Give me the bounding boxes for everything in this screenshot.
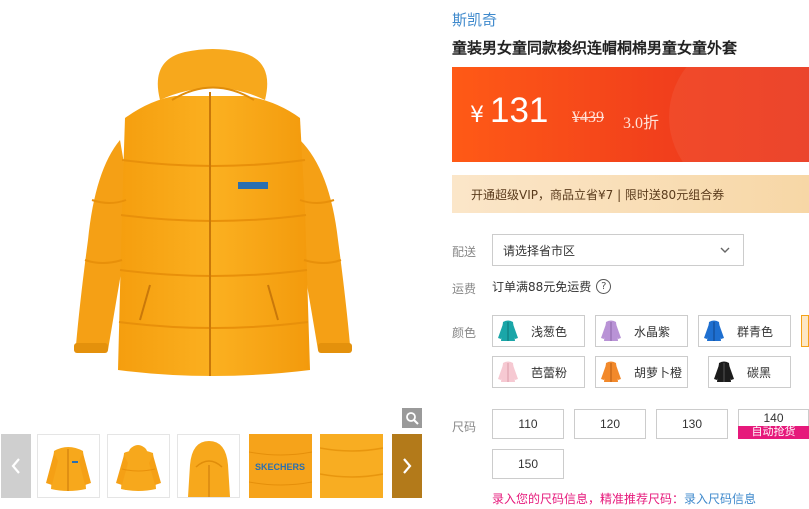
size-option-140-label: 140 [763, 411, 784, 425]
price-banner: ¥ 131 ¥439 3.0折 [452, 67, 809, 162]
color-option-label: 芭蕾粉 [531, 365, 568, 380]
color-option-label: 浅葱色 [531, 324, 568, 339]
original-price: ¥439 [572, 109, 604, 126]
banner-decoration [669, 67, 809, 162]
color-option-partial[interactable] [801, 315, 809, 347]
shipping-label: 运费 [452, 282, 477, 296]
jacket-icon [493, 316, 523, 346]
color-option-3[interactable]: 芭蕾粉 [492, 356, 585, 388]
current-price: 131 [490, 91, 549, 130]
color-option-2[interactable]: 群青色 [698, 315, 791, 347]
product-title: 童装男女童同款梭织连帽桐棉男童女童外套 [452, 39, 738, 57]
size-recommend-hint: 录入您的尺码信息，精准推荐尺码：录入尺码信息 [492, 490, 756, 507]
price-currency: ¥ [470, 103, 484, 128]
jacket-icon [596, 357, 626, 387]
auto-grab-badge: 自动抢货 [738, 426, 809, 439]
thumbnail-prev-button[interactable] [1, 434, 31, 498]
color-option-1[interactable]: 水晶紫 [595, 315, 688, 347]
jacket-illustration [74, 49, 352, 376]
chevron-right-icon [403, 458, 412, 474]
size-option-110[interactable]: 110 [492, 409, 564, 439]
thumbnail-strip: SKECHERS [0, 434, 428, 500]
size-option-150[interactable]: 150 [492, 449, 564, 479]
region-select[interactable]: 请选择省市区 [492, 234, 744, 266]
color-option-5[interactable]: 碳黑 [708, 356, 791, 388]
jacket-icon [596, 316, 626, 346]
thumbnail-back-view[interactable] [107, 434, 170, 498]
jacket-icon [802, 316, 808, 346]
color-option-label: 群青色 [737, 324, 774, 339]
shipping-info: 订单满88元免运费 ? [492, 278, 612, 295]
color-option-0[interactable]: 浅葱色 [492, 315, 585, 347]
thumbnail-hood-view[interactable] [177, 434, 240, 498]
jacket-icon [709, 357, 739, 387]
thumbnail-logo-closeup[interactable]: SKECHERS [249, 434, 312, 498]
logo-text: SKECHERS [255, 462, 305, 472]
vip-promo-bar[interactable]: 开通超级VIP，商品立省¥7 | 限时送80元组合券 [452, 175, 809, 213]
size-label: 尺码 [452, 420, 477, 434]
magnifier-icon[interactable] [402, 408, 422, 428]
color-option-label: 水晶紫 [634, 324, 671, 339]
jacket-icon [493, 357, 523, 387]
chevron-left-icon [11, 458, 20, 474]
delivery-label: 配送 [452, 245, 477, 259]
jacket-icon [699, 316, 729, 346]
vip-promo-text: 开通超级VIP，商品立省¥7 | 限时送80元组合券 [471, 187, 725, 202]
size-recommend-text: 录入您的尺码信息，精准推荐尺码： [492, 492, 685, 506]
thumbnail-next-button[interactable] [392, 434, 422, 498]
size-option-140[interactable]: 140 自动抢货 [738, 409, 809, 439]
color-label: 颜色 [452, 326, 477, 340]
chevron-down-icon [720, 247, 730, 253]
thumbnail-fabric-closeup[interactable] [320, 434, 383, 498]
shipping-text: 订单满88元免运费 [492, 280, 592, 294]
color-option-label: 碳黑 [747, 365, 772, 380]
brand-link[interactable]: 斯凯奇 [452, 9, 497, 30]
help-icon[interactable]: ? [596, 279, 612, 294]
product-main-image[interactable] [0, 0, 428, 430]
discount-label: 3.0折 [623, 115, 660, 132]
thumbnail-front-view[interactable] [37, 434, 100, 498]
color-option-label: 胡萝卜橙 [634, 365, 683, 380]
color-option-4[interactable]: 胡萝卜橙 [595, 356, 688, 388]
enter-size-link[interactable]: 录入尺码信息 [684, 492, 756, 506]
region-select-value: 请选择省市区 [503, 243, 576, 258]
size-option-130[interactable]: 130 [656, 409, 728, 439]
size-option-120[interactable]: 120 [574, 409, 646, 439]
